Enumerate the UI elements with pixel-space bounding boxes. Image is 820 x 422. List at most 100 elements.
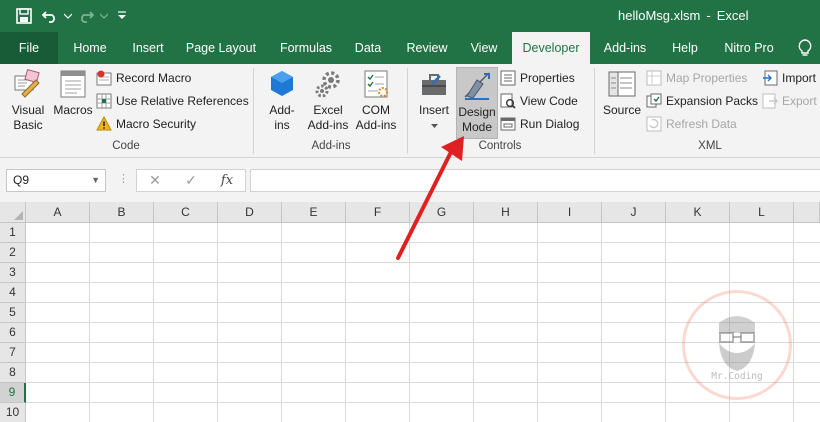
export-label: Export <box>782 94 817 108</box>
tab-file[interactable]: File <box>0 32 58 64</box>
row-header[interactable]: 5 <box>0 303 26 323</box>
tab-page-layout[interactable]: Page Layout <box>180 32 262 64</box>
customize-qat-button[interactable] <box>110 0 134 32</box>
com-add-ins-label-1: COM <box>362 103 390 117</box>
select-all-button[interactable] <box>0 202 26 223</box>
use-relative-references-button[interactable]: Use Relative References <box>96 91 249 111</box>
com-add-ins-button[interactable]: COM Add-ins <box>352 68 400 133</box>
macro-security-label: Macro Security <box>116 117 197 131</box>
row-header[interactable]: 10 <box>0 403 26 422</box>
column-header[interactable]: C <box>154 202 218 223</box>
row-header[interactable]: 1 <box>0 223 26 243</box>
ribbon-developer: Visual Basic Macros Record Macro Use Rel… <box>0 64 820 158</box>
formula-bar-grip[interactable]: ⋮ <box>118 172 130 185</box>
row-header[interactable]: 3 <box>0 263 26 283</box>
chevron-down-icon <box>430 124 438 128</box>
save-button[interactable] <box>10 0 38 32</box>
add-ins-label-1: Add- <box>269 103 295 117</box>
insert-controls-button[interactable]: Insert <box>414 68 454 133</box>
row-header-selected[interactable]: 9 <box>0 383 26 403</box>
add-ins-button[interactable]: Add- ins <box>262 68 302 133</box>
export-button[interactable]: Export <box>762 91 817 111</box>
view-code-icon <box>500 93 516 109</box>
tab-formulas[interactable]: Formulas <box>270 32 342 64</box>
column-header[interactable]: F <box>346 202 410 223</box>
group-separator <box>253 68 254 154</box>
tab-home[interactable]: Home <box>64 32 116 64</box>
column-header-partial[interactable] <box>794 202 820 223</box>
import-label: Import <box>782 71 817 85</box>
column-header[interactable]: K <box>666 202 730 223</box>
row-header[interactable]: 2 <box>0 243 26 263</box>
macros-icon <box>60 70 86 98</box>
enter-button[interactable]: ✓ <box>173 170 209 191</box>
design-mode-label-2: Mode <box>461 120 493 134</box>
xml-source-button[interactable]: Source <box>600 68 644 118</box>
tell-me-button[interactable] <box>798 39 812 60</box>
column-header[interactable]: E <box>282 202 346 223</box>
column-header[interactable]: H <box>474 202 538 223</box>
tab-review[interactable]: Review <box>400 32 454 64</box>
visual-basic-button[interactable]: Visual Basic <box>6 68 50 133</box>
run-dialog-button[interactable]: Run Dialog <box>500 114 579 134</box>
column-header[interactable]: D <box>218 202 282 223</box>
formula-input[interactable] <box>250 169 820 192</box>
undo-icon <box>42 11 55 23</box>
macros-label: Macros <box>53 103 93 117</box>
row-header[interactable]: 4 <box>0 283 26 303</box>
name-box[interactable]: Q9 ▼ <box>6 169 106 192</box>
expansion-packs-label: Expansion Packs <box>666 94 759 108</box>
tab-view[interactable]: View <box>462 32 506 64</box>
export-icon <box>762 93 778 109</box>
undo-button[interactable] <box>38 0 62 32</box>
properties-button[interactable]: Properties <box>500 68 575 88</box>
com-add-ins-icon <box>364 70 388 98</box>
excel-add-ins-button[interactable]: Excel Add-ins <box>304 68 352 133</box>
column-header[interactable]: J <box>602 202 666 223</box>
import-button[interactable]: Import <box>762 68 816 88</box>
map-properties-label: Map Properties <box>666 71 748 85</box>
redo-button[interactable] <box>74 0 98 32</box>
group-label-xml: XML <box>698 140 722 152</box>
row-header[interactable]: 8 <box>0 363 26 383</box>
column-header[interactable]: I <box>538 202 602 223</box>
customize-icon <box>118 11 126 19</box>
tab-help[interactable]: Help <box>664 32 706 64</box>
chevron-down-icon <box>100 13 108 19</box>
macro-security-button[interactable]: Macro Security <box>96 114 196 134</box>
run-dialog-label: Run Dialog <box>520 117 580 131</box>
tab-insert[interactable]: Insert <box>122 32 174 64</box>
map-properties-icon <box>646 70 662 86</box>
select-all-triangle <box>14 211 23 220</box>
row-header[interactable]: 7 <box>0 343 26 363</box>
redo-icon <box>81 11 94 23</box>
macros-button[interactable]: Macros <box>52 68 94 118</box>
column-header[interactable]: A <box>26 202 90 223</box>
column-header[interactable]: G <box>410 202 474 223</box>
tab-add-ins[interactable]: Add-ins <box>596 32 654 64</box>
record-macro-button[interactable]: Record Macro <box>96 68 191 88</box>
formula-bar: Q9 ▼ ⋮ ✕ ✓ fx <box>0 158 820 202</box>
column-header[interactable]: L <box>730 202 794 223</box>
name-box-value: Q9 <box>13 173 30 187</box>
view-code-button[interactable]: View Code <box>500 91 578 111</box>
tab-data[interactable]: Data <box>346 32 390 64</box>
row-header[interactable]: 6 <box>0 323 26 343</box>
warning-icon <box>96 116 112 131</box>
map-properties-button[interactable]: Map Properties <box>646 68 747 88</box>
undo-dropdown[interactable] <box>62 0 74 32</box>
tab-developer[interactable]: Developer <box>512 32 590 65</box>
refresh-data-button[interactable]: Refresh Data <box>646 114 737 134</box>
group-label-code: Code <box>112 140 140 152</box>
expansion-packs-button[interactable]: Expansion Packs <box>646 91 758 111</box>
cancel-button[interactable]: ✕ <box>137 170 173 191</box>
design-mode-button[interactable]: Design Mode <box>456 67 498 139</box>
insert-function-button[interactable]: fx <box>209 170 245 191</box>
add-ins-icon <box>271 71 293 96</box>
gears-icon <box>315 71 340 98</box>
column-header[interactable]: B <box>90 202 154 223</box>
redo-dropdown[interactable] <box>98 0 110 32</box>
chevron-down-icon <box>64 13 72 19</box>
chevron-down-icon[interactable]: ▼ <box>91 170 100 191</box>
tab-nitro-pro[interactable]: Nitro Pro <box>716 32 782 64</box>
